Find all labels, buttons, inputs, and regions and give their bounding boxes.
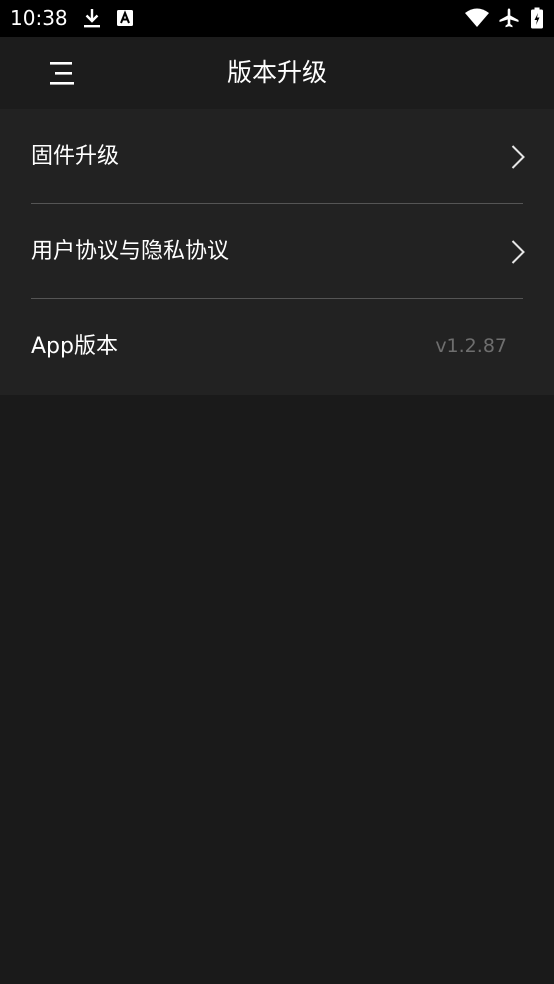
chevron-right-icon [511, 145, 525, 169]
wifi-icon [465, 8, 489, 27]
app-version-value: v1.2.87 [435, 335, 507, 357]
status-time: 10:38 [10, 6, 68, 30]
app-bar: 版本升级 [0, 37, 554, 109]
status-bar: 10:38 [0, 0, 554, 37]
menu-button[interactable] [36, 47, 88, 99]
menu-icon [50, 62, 74, 85]
app-version-label: App版本 [31, 334, 118, 359]
firmware-upgrade-row[interactable]: 固件升级 [0, 109, 554, 204]
app-version-row: App版本 v1.2.87 [0, 299, 554, 394]
battery-icon [531, 7, 543, 29]
font-notification-icon [117, 10, 133, 26]
chevron-right-icon [511, 240, 525, 264]
user-agreement-privacy-label: 用户协议与隐私协议 [31, 239, 230, 264]
user-agreement-privacy-row[interactable]: 用户协议与隐私协议 [0, 204, 554, 299]
firmware-upgrade-label: 固件升级 [31, 144, 120, 169]
download-icon [84, 9, 100, 28]
settings-list: 固件升级 用户协议与隐私协议 App版本 v1.2.87 [0, 109, 554, 395]
airplane-mode-icon [499, 8, 519, 28]
